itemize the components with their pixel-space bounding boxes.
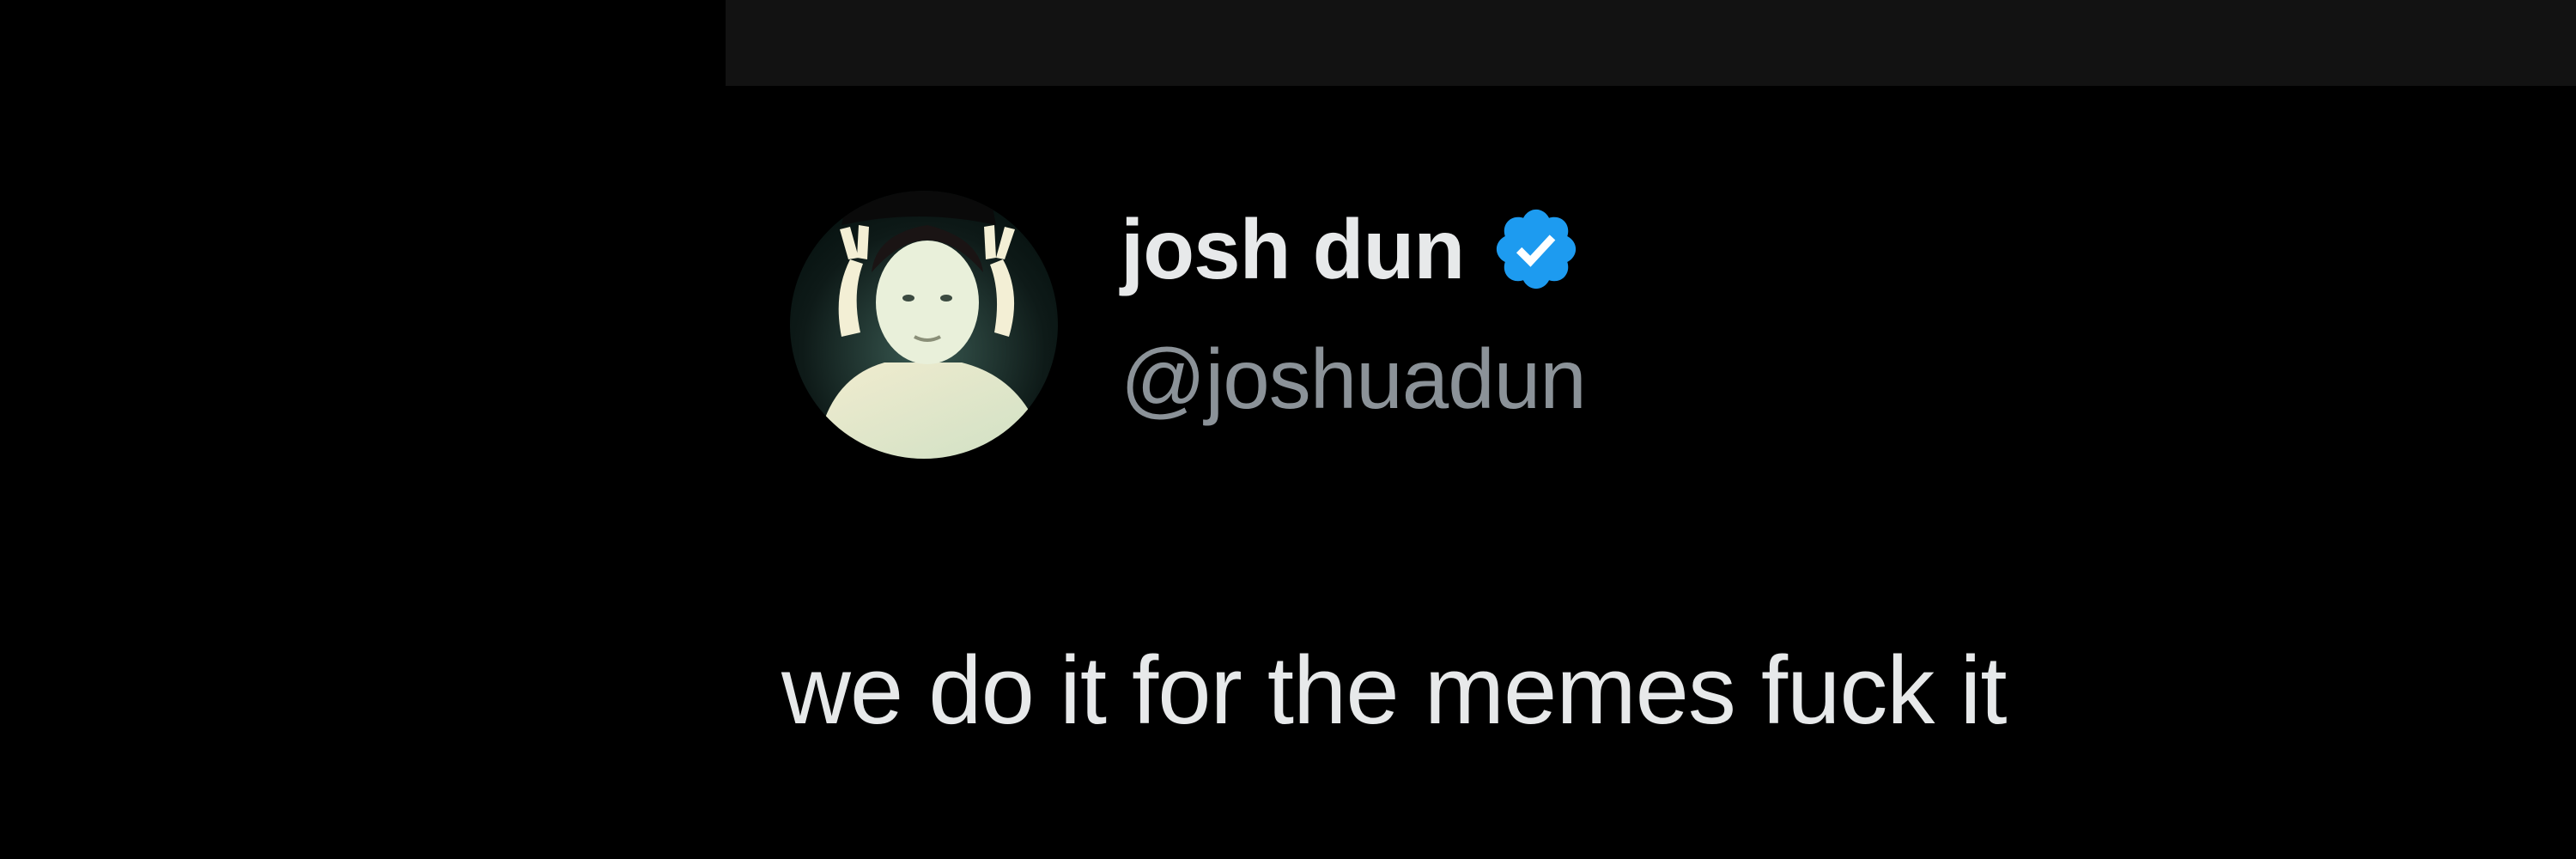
- handle[interactable]: @joshuadun: [1121, 337, 1587, 421]
- name-row: josh dun: [1121, 198, 1586, 301]
- tweet-card[interactable]: josh dun @joshuadun we do it for the mem…: [781, 172, 2499, 790]
- avatar[interactable]: [790, 191, 1058, 459]
- avatar-photo-icon: [790, 191, 1058, 459]
- display-name[interactable]: josh dun: [1121, 207, 1465, 291]
- tweet-text: we do it for the memes fuck it: [781, 637, 2008, 744]
- verified-badge-icon: [1490, 203, 1583, 295]
- top-bar: [726, 0, 2576, 86]
- user-block: josh dun @joshuadun: [1121, 198, 1587, 421]
